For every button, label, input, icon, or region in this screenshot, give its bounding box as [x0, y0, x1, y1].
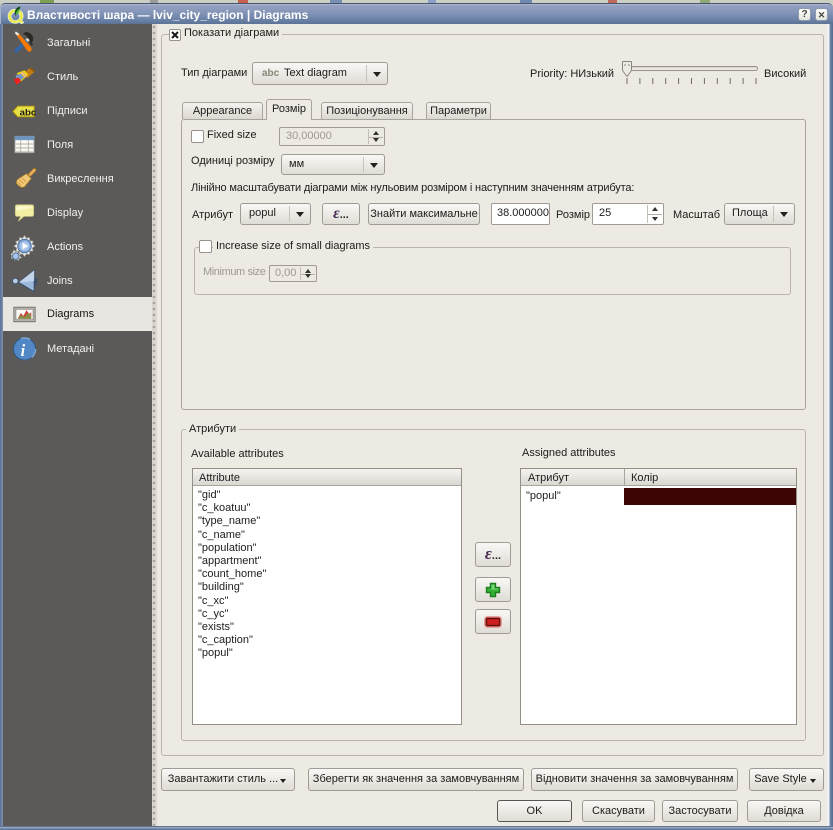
svg-text:abc: abc [20, 107, 37, 118]
svg-text:i: i [21, 341, 26, 360]
